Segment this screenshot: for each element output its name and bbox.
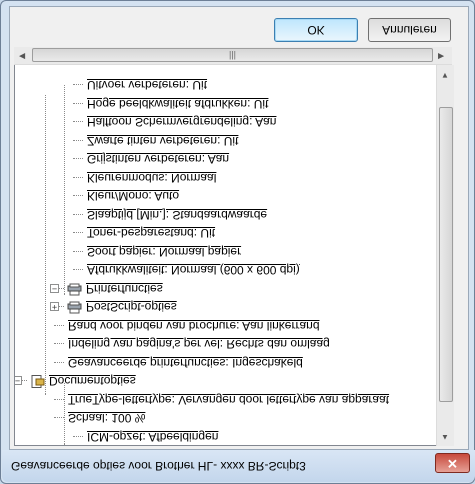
tree-item[interactable]: Afdrukkwaliteit: Normaal (600 x 600 dpi)	[87, 263, 300, 279]
scroll-down-arrow-icon[interactable]: ▼	[441, 71, 449, 80]
cancel-button[interactable]: Annuleren	[368, 18, 451, 42]
tree-item[interactable]: PostScript-opties	[86, 300, 177, 316]
tree-connector	[73, 121, 83, 123]
tree-item-label: Hoge beeldkwaliteit afdrukken: Uit	[87, 97, 269, 111]
collapse-icon[interactable]: −	[50, 284, 59, 294]
tree-connector	[54, 362, 64, 363]
tree-item-label: Soort papier: Normaal papier	[87, 245, 242, 259]
tree-item[interactable]: TrueType-lettertype: Vervangen door lett…	[68, 392, 389, 408]
tree-connector	[54, 417, 64, 419]
expand-icon[interactable]: +	[50, 302, 59, 313]
tree-item[interactable]: Kleur/Mono: Auto	[87, 189, 179, 205]
tree-guide-line	[64, 383, 65, 445]
close-button[interactable]: ✕	[435, 453, 470, 473]
tree-item[interactable]: Rand voor binden van brochure: Aan linke…	[68, 318, 320, 334]
tree-item-label: ICM-opzet: Afbeeldingen	[87, 430, 219, 444]
tree-item[interactable]: Schaal: 100 %	[68, 411, 145, 427]
tree-item[interactable]: Slaaptijd [Min.]: Standaardwaarde	[87, 207, 267, 223]
vertical-scroll-thumb[interactable]	[439, 107, 453, 402]
tree-item[interactable]: Kleurenmodus: Normaal	[87, 170, 216, 186]
tree-item-label: Slaaptijd [Min.]: Standaardwaarde	[87, 208, 268, 222]
tree-item-label: Geavanceerde printerfuncties: Ingeschake…	[68, 356, 303, 370]
tree-item[interactable]: Toner-besparestand: Uit	[87, 226, 215, 242]
printer-icon	[67, 302, 82, 315]
tree-item-label: Kleurenmodus: Normaal	[87, 171, 217, 185]
tree-item-label: Toner-besparestand: Uit	[87, 226, 216, 241]
horizontal-scroll-thumb[interactable]: |||	[32, 48, 433, 62]
tree-item[interactable]: Uitvoer verbeteren: Uit	[87, 78, 207, 94]
tree-connector	[73, 251, 83, 252]
tree-item-label: Printerfuncties	[86, 282, 163, 296]
tree-item-label: Kleur/Mono: Auto	[87, 189, 180, 204]
tree-item-label: Halftoon Schermvergrendeling: Aan	[87, 115, 277, 130]
scroll-grip-icon: |||	[228, 51, 236, 61]
tree-item-label: Afdrukkwaliteit: Normaal (600 x 600 dpi)	[87, 263, 300, 278]
tree-item-label: Indeling van pagina's per vel: Rechts da…	[68, 337, 330, 352]
tree-connector	[73, 158, 83, 160]
tree-item-label: Schaal: 100 %	[68, 411, 146, 426]
tree-item[interactable]: Hoge beeldkwaliteit afdrukken: Uit	[87, 96, 268, 112]
mirrored-stage: Geavanceerde opties voor Brother HL- xxx…	[0, 0, 475, 484]
window-title: Geavanceerde opties voor Brother HL- xxx…	[11, 459, 306, 473]
tree-item[interactable]: Zwarte tinten verbeteren: Uit	[87, 133, 238, 149]
document-icon	[30, 375, 45, 389]
tree-item-label: Uitvoer verbeteren: Uit	[87, 78, 208, 93]
tree-connector	[73, 232, 83, 234]
tree-connector	[73, 269, 83, 271]
tree-connector	[73, 195, 83, 197]
options-tree[interactable]: ICM-opzet: Afbeeldingen Schaal: 100 % True…	[14, 63, 447, 446]
tree-guide-line	[64, 85, 65, 295]
tree-connector	[73, 177, 83, 178]
tree-item-label: TrueType-lettertype: Vervangen door lett…	[68, 393, 390, 407]
horizontal-scrollbar[interactable]: ◀ ||| ▶	[14, 47, 452, 65]
tree-item-label: PostScript-opties	[86, 300, 177, 315]
collapse-icon[interactable]: −	[14, 376, 22, 387]
tree-connector	[73, 103, 83, 104]
tree-item[interactable]: Documentopties	[49, 374, 136, 390]
tree-item[interactable]: ICM-opzet: Afbeeldingen	[87, 429, 218, 445]
tree-connector	[54, 343, 64, 345]
tree-connector	[54, 325, 64, 326]
tree-connector	[54, 399, 64, 400]
printer-icon	[67, 283, 82, 296]
tree-item[interactable]: Halftoon Schermvergrendeling: Aan	[87, 115, 276, 131]
tree-item[interactable]: Grijstinten verbeteren: Aan	[87, 152, 229, 168]
title-bar[interactable]: Geavanceerde opties voor Brother HL- xxx…	[2, 450, 475, 482]
scroll-left-arrow-icon[interactable]: ◀	[19, 52, 25, 61]
dialog-window: Geavanceerde opties voor Brother HL- xxx…	[0, 0, 475, 484]
tree-connector	[73, 140, 83, 141]
tree-connector	[73, 436, 83, 437]
tree-item-label: Documentopties	[49, 374, 136, 389]
tree-item-label: Zwarte tinten verbeteren: Uit	[87, 134, 239, 148]
tree-connector	[73, 214, 83, 215]
tree-item[interactable]: Indeling van pagina's per vel: Rechts da…	[68, 337, 330, 353]
tree-item[interactable]: Geavanceerde printerfuncties: Ingeschake…	[68, 355, 303, 371]
tree-connector	[73, 84, 83, 86]
vertical-scrollbar[interactable]: ▲ ▼	[436, 65, 454, 446]
scroll-right-arrow-icon[interactable]: ▶	[438, 52, 444, 61]
tree-item-label: Rand voor binden van brochure: Aan linke…	[68, 319, 320, 333]
close-icon: ✕	[447, 456, 458, 471]
ok-button[interactable]: OK	[274, 18, 358, 42]
tree-item[interactable]: Printerfuncties	[86, 281, 163, 297]
tree-guide-line	[45, 95, 46, 395]
tree-item[interactable]: Soort papier: Normaal papier	[87, 244, 241, 260]
scroll-up-arrow-icon[interactable]: ▲	[441, 433, 449, 442]
tree-item-label: Grijstinten verbeteren: Aan	[87, 152, 230, 167]
